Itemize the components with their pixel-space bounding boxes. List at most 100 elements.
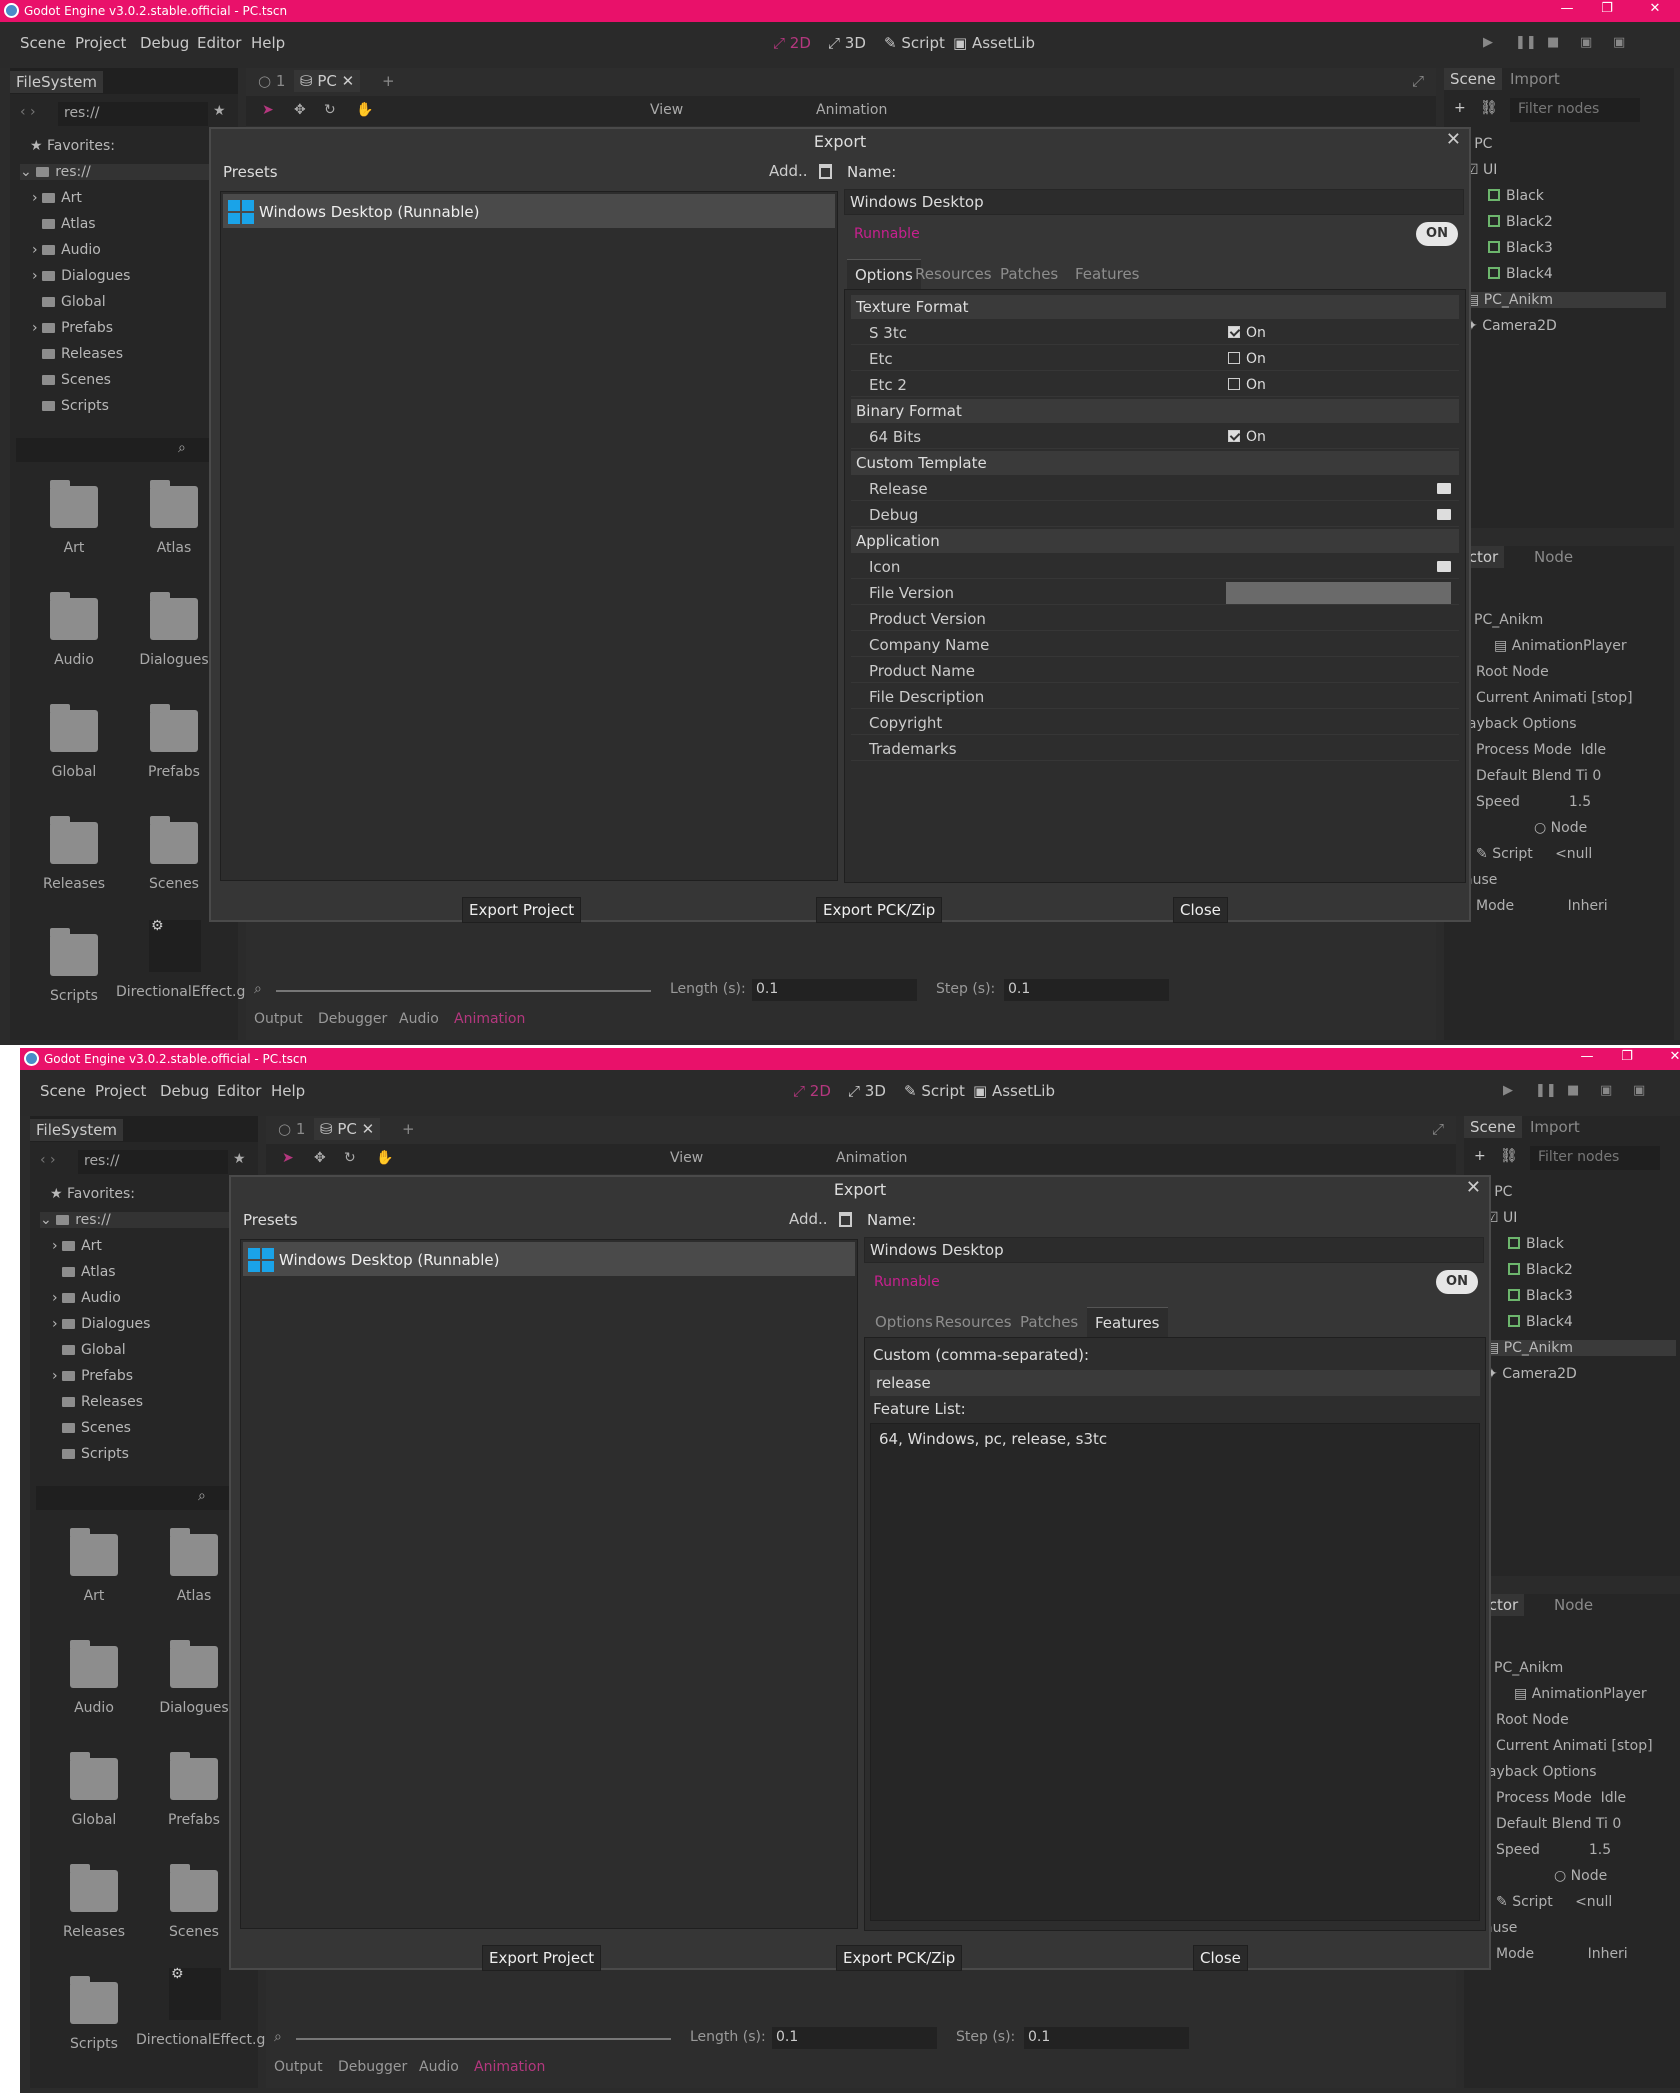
menu-scene[interactable]: Scene xyxy=(40,1082,86,1100)
menu-help[interactable]: Help xyxy=(271,1082,305,1100)
tree-folder-prefabs[interactable]: › Prefabs xyxy=(32,320,113,336)
grid-folder-audio[interactable]: Audio xyxy=(32,592,116,668)
node-camera2d[interactable]: ✦ Camera2D xyxy=(1466,318,1557,334)
grid-folder-dialogues[interactable]: Dialogues xyxy=(152,1640,236,1716)
opt-product-name[interactable]: Product Name xyxy=(851,659,1459,683)
grid-folder-art[interactable]: Art xyxy=(52,1528,136,1604)
link-icon[interactable]: ⛓ xyxy=(1500,1148,1518,1164)
etc2-checkbox[interactable]: On xyxy=(1228,377,1266,393)
prop-script[interactable]: ✎ Script <null xyxy=(1496,1894,1612,1910)
grid-folder-releases[interactable]: Releases xyxy=(52,1864,136,1940)
tab-debugger[interactable]: Debugger xyxy=(338,2059,407,2075)
filter-nodes-input[interactable]: Filter nodes xyxy=(1530,1146,1660,1170)
grid-folder-scenes[interactable]: Scenes xyxy=(132,816,216,892)
tree-folder-scripts[interactable]: Scripts xyxy=(42,398,109,414)
length-input[interactable]: 0.1 xyxy=(772,2027,937,2049)
tree-folder-scripts[interactable]: Scripts xyxy=(62,1446,129,1462)
menu-editor[interactable]: Editor xyxy=(217,1082,261,1100)
workspace-assetlib[interactable]: ▣ AssetLib xyxy=(953,34,1035,52)
tree-folder-audio[interactable]: › Audio xyxy=(32,242,101,258)
node-pc-anikm[interactable]: ▤ PC_Anikm xyxy=(1486,1340,1676,1356)
node-black2[interactable]: Black2 xyxy=(1508,1262,1573,1278)
node-black4[interactable]: Black4 xyxy=(1488,266,1553,282)
tab-import[interactable]: Import xyxy=(1524,1116,1586,1138)
export-pck-button[interactable]: Export PCK/Zip xyxy=(836,1945,963,1971)
custom-features-input[interactable]: release xyxy=(870,1370,1480,1396)
view-menu[interactable]: View xyxy=(650,102,683,118)
node-black[interactable]: Black xyxy=(1508,1236,1564,1252)
grid-folder-dialogues[interactable]: Dialogues xyxy=(132,592,216,668)
opt-trademarks[interactable]: Trademarks xyxy=(851,737,1459,761)
tree-folder-scenes[interactable]: Scenes xyxy=(62,1420,131,1436)
step-input[interactable]: 0.1 xyxy=(1004,979,1169,1001)
play-icon[interactable]: ▶ xyxy=(1503,1083,1513,1098)
preset-name-input[interactable]: Windows Desktop xyxy=(844,189,1464,215)
prop-mode[interactable]: Mode Inheri xyxy=(1496,1946,1628,1962)
node-black3[interactable]: Black3 xyxy=(1488,240,1553,256)
minimize-icon[interactable]: — xyxy=(1572,1049,1602,1064)
prop-speed[interactable]: Speed 1.5 xyxy=(1476,794,1591,810)
tree-folder-global[interactable]: Global xyxy=(62,1342,126,1358)
prop-root-node[interactable]: Root Node xyxy=(1496,1712,1569,1728)
tree-folder-releases[interactable]: Releases xyxy=(42,346,123,362)
folder-icon[interactable] xyxy=(1437,483,1451,494)
tab-audio[interactable]: Audio xyxy=(399,1011,439,1027)
grid-folder-atlas[interactable]: Atlas xyxy=(132,480,216,556)
grid-folder-prefabs[interactable]: Prefabs xyxy=(132,704,216,780)
export-project-button[interactable]: Export Project xyxy=(462,897,582,923)
zoom-slider[interactable] xyxy=(296,2038,671,2040)
menu-debug[interactable]: Debug xyxy=(140,34,189,52)
preset-name-input[interactable]: Windows Desktop xyxy=(864,1237,1484,1263)
pause-icon[interactable]: ❚❚ xyxy=(1515,35,1537,50)
menu-debug[interactable]: Debug xyxy=(160,1082,209,1100)
workspace-2d[interactable]: ⤢ 2D xyxy=(793,1082,831,1100)
tab-audio[interactable]: Audio xyxy=(419,2059,459,2075)
rotate-tool-icon[interactable]: ↻ xyxy=(344,1150,356,1166)
workspace-script[interactable]: ✎ Script xyxy=(904,1082,965,1100)
tab-filesystem[interactable]: FileSystem xyxy=(10,71,104,93)
tab-node[interactable]: Node xyxy=(1548,1594,1599,1616)
tab-features[interactable]: Features xyxy=(1067,259,1148,289)
node-black3[interactable]: Black3 xyxy=(1508,1288,1573,1304)
editor-tab-pc[interactable]: ⛁ PC ✕ xyxy=(314,1118,381,1140)
add-node-icon[interactable]: + xyxy=(1474,1148,1486,1164)
favorites-row[interactable]: ★ Favorites: xyxy=(50,1186,135,1202)
prop-default-blend[interactable]: Default Blend Ti 0 xyxy=(1476,768,1601,784)
grid-folder-releases[interactable]: Releases xyxy=(32,816,116,892)
editor-tab-pc[interactable]: ⛁ PC ✕ xyxy=(294,70,361,92)
stop-icon[interactable]: ■ xyxy=(1547,35,1559,50)
tree-folder-prefabs[interactable]: › Prefabs xyxy=(52,1368,133,1384)
step-input[interactable]: 0.1 xyxy=(1024,2027,1189,2049)
node-pc-anikm[interactable]: ▤ PC_Anikm xyxy=(1466,292,1666,308)
back-icon[interactable]: ‹ › xyxy=(40,1152,56,1168)
trash-icon[interactable] xyxy=(819,164,832,179)
view-menu[interactable]: View xyxy=(670,1150,703,1166)
animation-menu[interactable]: Animation xyxy=(816,102,887,118)
grid-file-script[interactable]: ⚙ DirectionalEffect.gd xyxy=(136,1966,274,2048)
bits64-checkbox[interactable]: On xyxy=(1228,429,1266,445)
grid-folder-global[interactable]: Global xyxy=(32,704,116,780)
editor-tab-1[interactable]: ○ 1 xyxy=(252,70,291,92)
folder-icon[interactable] xyxy=(1437,561,1451,572)
play-scene-icon[interactable]: ▣ xyxy=(1600,1083,1612,1098)
file-version-input[interactable] xyxy=(1226,582,1451,604)
grid-folder-prefabs[interactable]: Prefabs xyxy=(152,1752,236,1828)
prop-script[interactable]: ✎ Script <null xyxy=(1476,846,1592,862)
prop-process-mode[interactable]: Process Mode Idle xyxy=(1476,742,1606,758)
pan-tool-icon[interactable]: ✋ xyxy=(376,1150,393,1166)
tab-debugger[interactable]: Debugger xyxy=(318,1011,387,1027)
move-tool-icon[interactable]: ✥ xyxy=(294,102,306,118)
workspace-2d[interactable]: ⤢ 2D xyxy=(773,34,811,52)
favorite-star-icon[interactable]: ★ xyxy=(213,103,226,119)
play-custom-icon[interactable]: ▣ xyxy=(1613,35,1625,50)
menu-editor[interactable]: Editor xyxy=(197,34,241,52)
preset-item-windows[interactable]: Windows Desktop (Runnable) xyxy=(223,194,835,228)
path-field[interactable]: res:// xyxy=(78,1150,228,1174)
close-icon[interactable]: ✕ xyxy=(1446,129,1461,150)
close-icon[interactable]: ✕ xyxy=(1466,1177,1481,1198)
tab-filesystem[interactable]: FileSystem xyxy=(30,1119,124,1141)
grid-folder-scripts[interactable]: Scripts xyxy=(32,928,116,1004)
grid-folder-scenes[interactable]: Scenes xyxy=(152,1864,236,1940)
tree-folder-audio[interactable]: › Audio xyxy=(52,1290,121,1306)
new-tab-icon[interactable]: + xyxy=(396,1118,421,1140)
